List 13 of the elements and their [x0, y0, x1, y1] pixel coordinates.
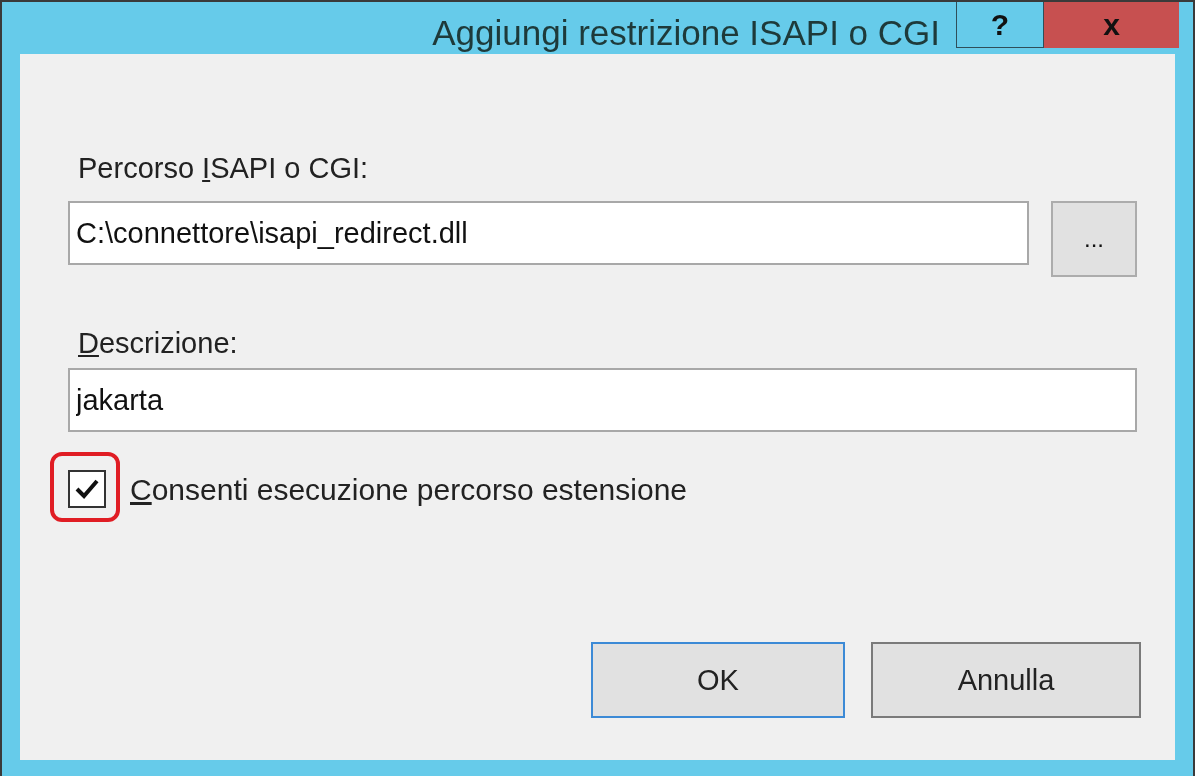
cancel-button[interactable]: Annulla	[871, 642, 1141, 718]
checkbox[interactable]	[68, 470, 106, 508]
path-input-field[interactable]: C:\connettore\isapi_redirect.dll	[68, 201, 1029, 265]
description-label: Descrizione:	[78, 327, 239, 360]
checkbox-label: Consenti esecuzione percorso estensione	[130, 473, 687, 507]
window-title: Aggiungi restrizione ISAPI o CGI	[431, 12, 941, 54]
close-button[interactable]: x	[1044, 2, 1179, 48]
browse-button[interactable]: ...	[1051, 201, 1137, 277]
help-button[interactable]: ?	[956, 2, 1044, 48]
path-label: Percorso ISAPI o CGI:	[78, 152, 370, 185]
description-input-field[interactable]: jakarta	[68, 368, 1137, 432]
ok-button[interactable]: OK	[591, 642, 845, 718]
checkmark-icon	[74, 478, 100, 500]
